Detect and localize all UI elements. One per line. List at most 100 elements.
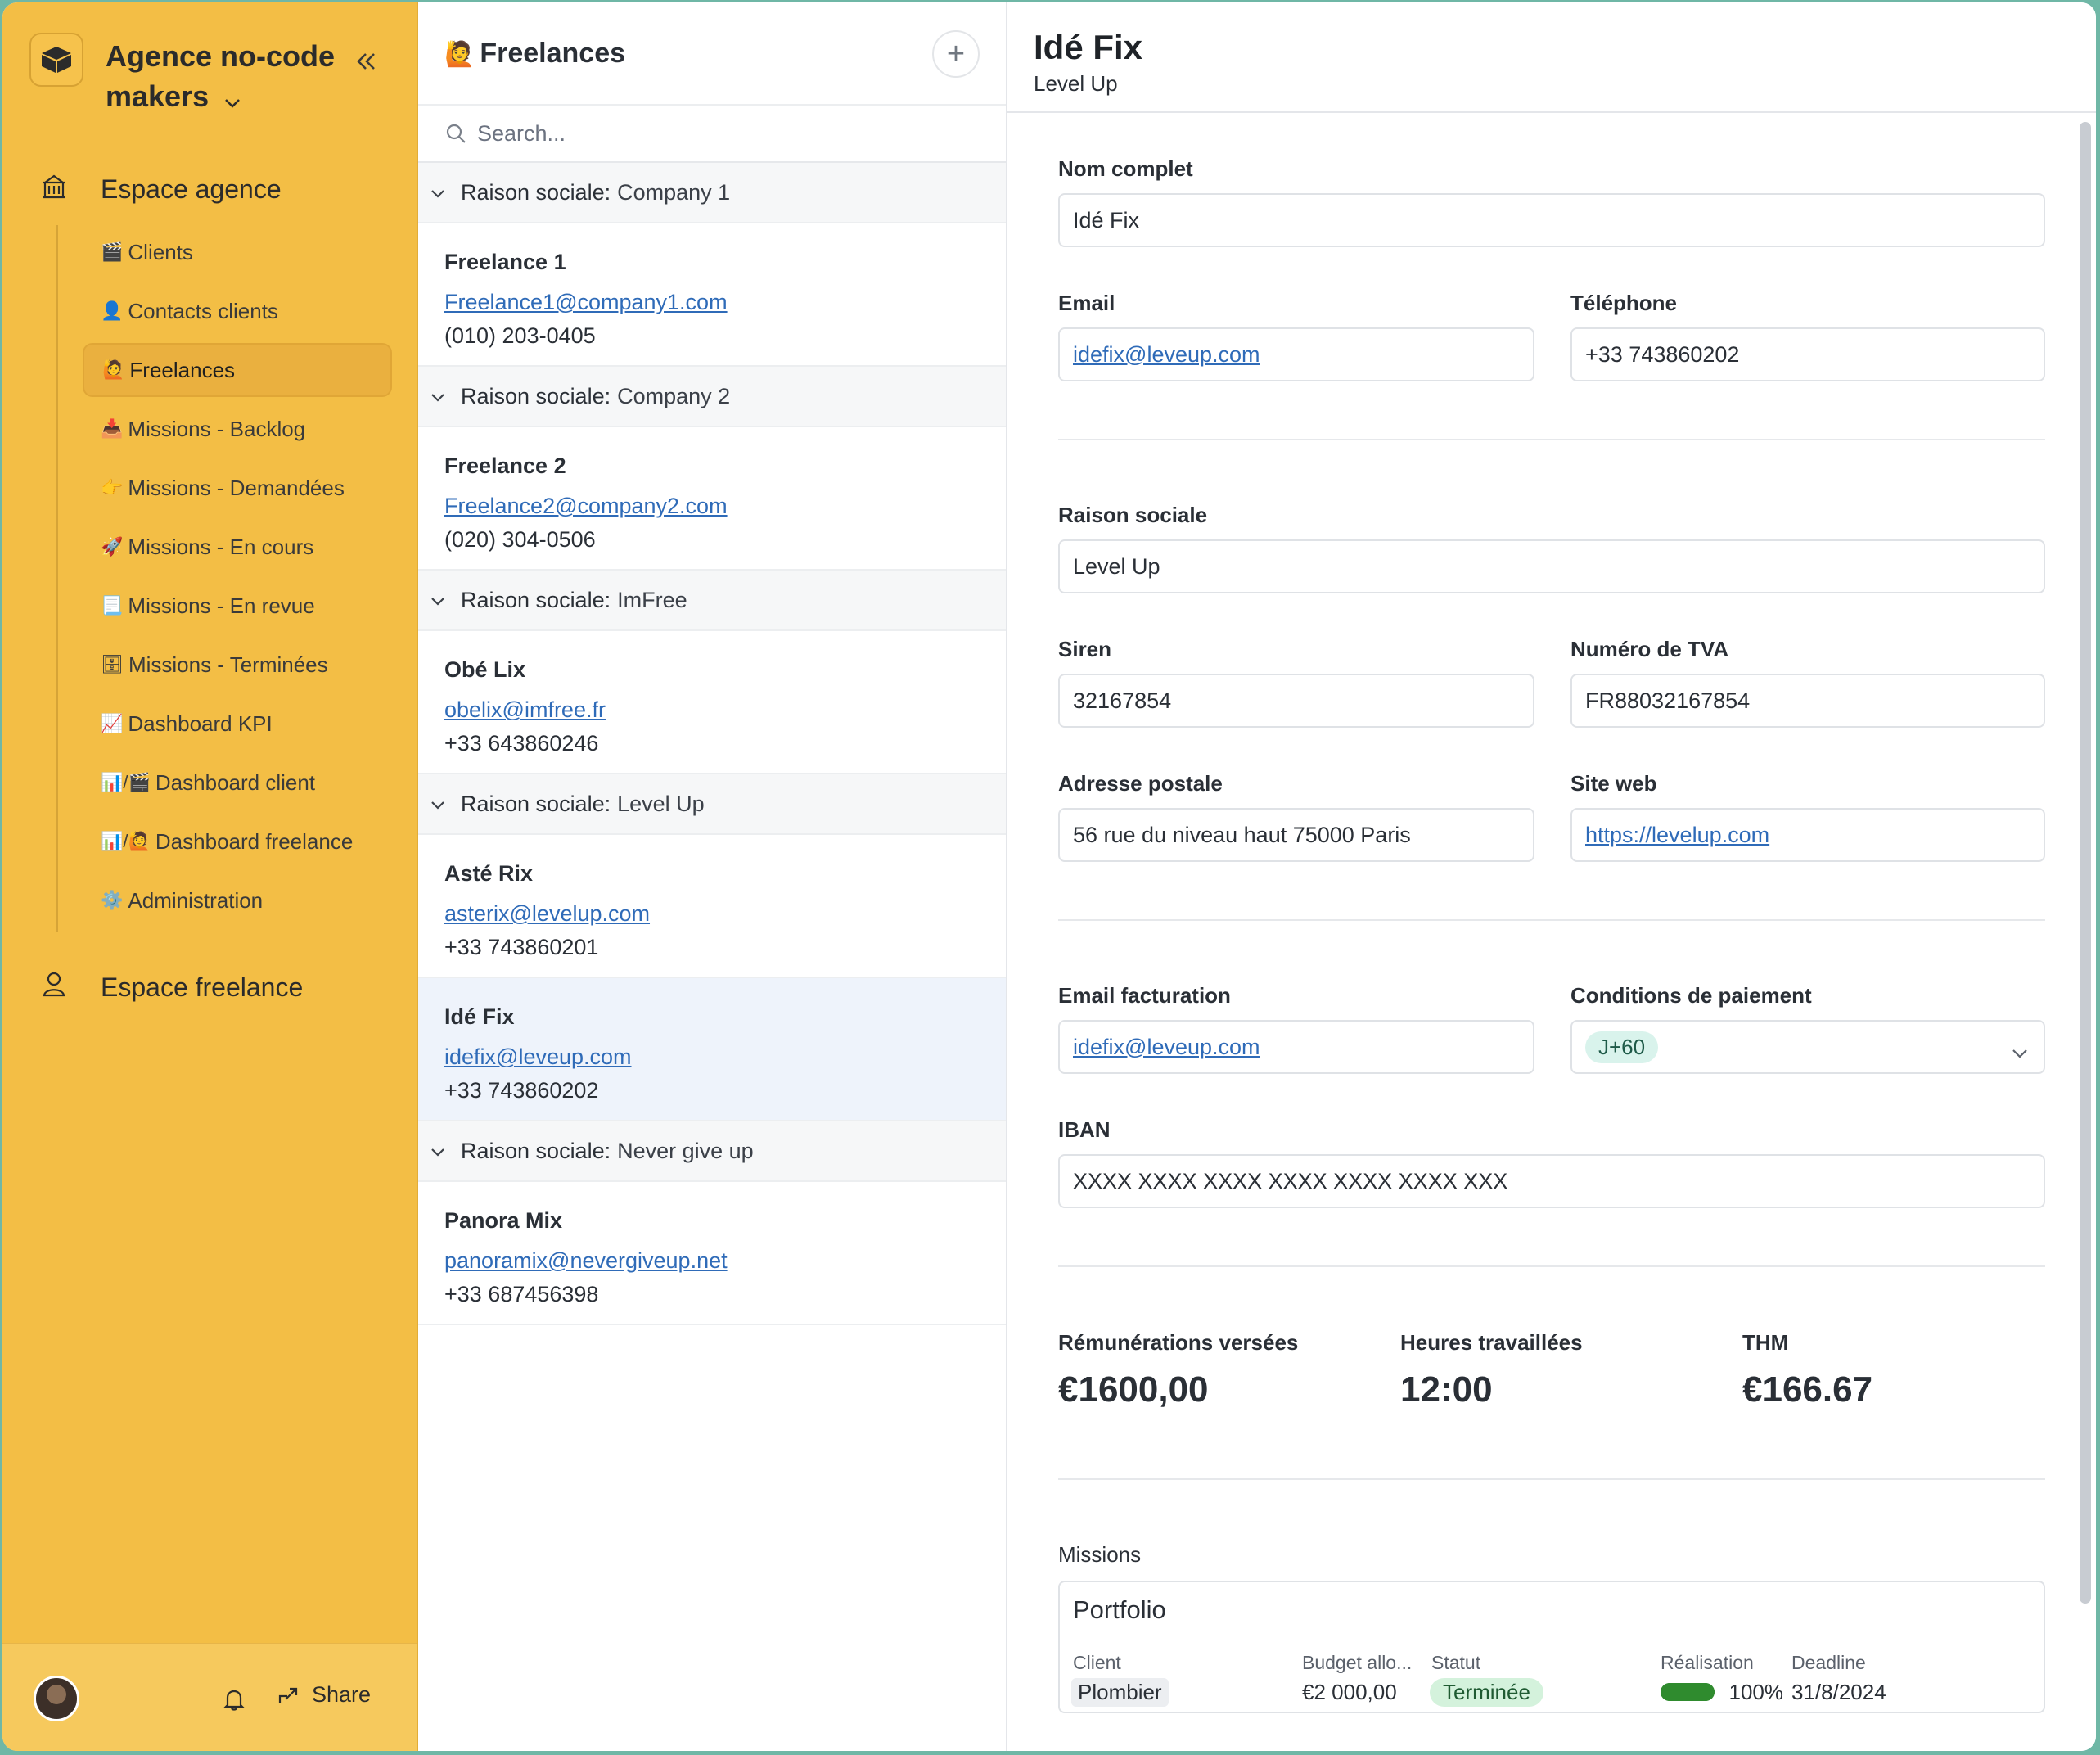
bell-icon[interactable] (220, 1685, 248, 1713)
group-header[interactable]: Raison sociale: Company 1 (418, 163, 1006, 223)
agency-nav: 🎬 Clients 👤 Contacts clients 🙋 Freelances 📥 Mis… (56, 225, 392, 932)
group-header[interactable]: Raison sociale: Level Up (418, 774, 1006, 835)
collapse-sidebar-icon[interactable] (351, 47, 381, 76)
sidebar-item-label: Administration (128, 887, 264, 913)
sidebar-item-administration[interactable]: ⚙️ Administration (83, 873, 392, 927)
group-header[interactable]: Raison sociale: Never give up (418, 1121, 1006, 1182)
sidebar-item-missions-termin-es[interactable]: 🗄 Missions - Terminées (83, 638, 392, 692)
chevron-down-icon (430, 180, 446, 205)
section-espace-freelance[interactable]: Espace freelance (40, 970, 303, 1004)
address-label: Adresse postale (1058, 771, 1223, 796)
sidebar-item-label: Missions - Demandées (128, 475, 345, 500)
website-label: Site web (1570, 771, 1657, 796)
group-key: Raison sociale: (461, 179, 611, 205)
sidebar-item-label: Freelances (129, 357, 236, 382)
share-button[interactable]: Share (277, 1682, 371, 1708)
freelance-phone: +33 743860202 (444, 1078, 599, 1103)
progress-fill (1661, 1683, 1715, 1701)
section-espace-agence[interactable]: Espace agence (40, 173, 282, 205)
group-value: Company 2 (617, 383, 731, 408)
plus-icon: + (946, 36, 966, 71)
freelance-email-link[interactable]: obelix@imfree.fr (444, 697, 980, 723)
group-value: Never give up (617, 1138, 754, 1163)
list-item[interactable]: Freelance 1 Freelance1@company1.com (010) … (418, 223, 1006, 367)
search-bar[interactable]: Search... (418, 104, 1006, 163)
freelance-email-link[interactable]: asterix@levelup.com (444, 901, 980, 927)
freelance-list-panel: 🙋 Freelances + Search... Raison sociale: C… (418, 2, 1007, 1751)
mission-budget: €2 000,00 (1302, 1679, 1397, 1704)
sidebar-item-missions-demand-es[interactable]: 👉 Missions - Demandées (83, 461, 392, 515)
website-field[interactable]: https://levelup.com (1570, 808, 2045, 862)
sidebar-item-dashboard-kpi[interactable]: 📈 Dashboard KPI (83, 697, 392, 751)
mission-progress-text: 100% (1728, 1679, 1784, 1704)
list-item[interactable]: Freelance 2 Freelance2@company2.com (020) … (418, 427, 1006, 571)
progress-bar (1661, 1683, 1715, 1701)
record-detail-panel: Idé Fix Level Up Nom complet Idé Fix Ema… (1007, 2, 2096, 1751)
sidebar-item-contacts-clients[interactable]: 👤 Contacts clients (83, 284, 392, 338)
emoji-icon: 🗄 (101, 654, 124, 674)
freelance-email-link[interactable]: Freelance1@company1.com (444, 290, 980, 315)
emoji-icon: 🙋 (102, 359, 125, 380)
list-item[interactable]: Asté Rix asterix@levelup.com +33 743860201 (418, 835, 1006, 978)
billing-email-field[interactable]: idefix@leveup.com (1058, 1020, 1534, 1074)
chevron-down-icon (223, 79, 241, 119)
mission-card[interactable]: Portfolio Client Budget allo... Statut R… (1058, 1581, 2045, 1713)
mission-deadline-header: Deadline (1791, 1652, 1866, 1673)
freelance-email-link[interactable]: idefix@leveup.com (444, 1044, 980, 1070)
sidebar-item-missions-en-cours[interactable]: 🚀 Missions - En cours (83, 520, 392, 574)
scrollbar[interactable] (2080, 122, 2091, 1604)
list-item[interactable]: Panora Mix panoramix@nevergiveup.net +33 6… (418, 1182, 1006, 1325)
mission-status-badge: Terminée (1430, 1677, 1543, 1707)
sidebar-item-missions-en-revue[interactable]: 📃 Missions - En revue (83, 579, 392, 633)
sidebar-item-clients[interactable]: 🎬 Clients (83, 225, 392, 279)
app-logo (29, 33, 83, 87)
full-name-field[interactable]: Idé Fix (1058, 193, 2045, 247)
record-title: Idé Fix (1034, 28, 1143, 66)
add-record-button[interactable]: + (932, 30, 980, 78)
payment-terms-select[interactable]: J+60 (1570, 1020, 2045, 1074)
mission-client-header: Client (1073, 1652, 1121, 1673)
list-item[interactable]: Idé Fix idefix@leveup.com +33 743860202 (418, 978, 1006, 1121)
workspace-switcher[interactable]: Agence no-code makers (29, 33, 343, 119)
freelance-name: Freelance 1 (444, 250, 566, 274)
mission-status-header: Statut (1431, 1652, 1481, 1673)
thm-label: THM (1742, 1330, 1789, 1355)
sidebar-item-missions-backlog[interactable]: 📥 Missions - Backlog (83, 402, 392, 456)
sidebar-item-dashboard-client[interactable]: 📊/🎬 Dashboard client (83, 756, 392, 810)
freelance-email-link[interactable]: Freelance2@company2.com (444, 494, 980, 519)
detail-header: Idé Fix Level Up (1007, 2, 2096, 113)
thm-value: €166.67 (1742, 1369, 1873, 1410)
chevron-down-icon (2011, 1040, 2029, 1065)
mission-client-chip: Plombier (1071, 1677, 1169, 1707)
phone-label: Téléphone (1570, 291, 1678, 315)
section-divider (1058, 919, 2045, 921)
list-item[interactable]: Obé Lix obelix@imfree.fr +33 643860246 (418, 631, 1006, 774)
list-header: 🙋 Freelances + (418, 2, 1006, 104)
mission-progress-header: Réalisation (1661, 1652, 1754, 1673)
company-field[interactable]: Level Up (1058, 539, 2045, 593)
group-key: Raison sociale: (461, 383, 611, 408)
mission-progress: 100% (1661, 1676, 1783, 1708)
freelance-name: Panora Mix (444, 1208, 563, 1233)
sidebar-item-freelances[interactable]: 🙋 Freelances (83, 343, 392, 397)
sidebar-item-label: Clients (128, 239, 193, 264)
section-divider (1058, 439, 2045, 440)
section-label: Espace agence (101, 174, 282, 204)
vat-field[interactable]: FR88032167854 (1570, 674, 2045, 728)
hours-label: Heures travaillées (1400, 1330, 1583, 1355)
iban-field[interactable]: XXXX XXXX XXXX XXXX XXXX XXXX XXX (1058, 1154, 2045, 1208)
workspace-name: Agence no-code makers (106, 36, 343, 119)
address-field[interactable]: 56 rue du niveau haut 75000 Paris (1058, 808, 1534, 862)
phone-field[interactable]: +33 743860202 (1570, 327, 2045, 381)
avatar[interactable] (34, 1676, 79, 1721)
email-field[interactable]: idefix@leveup.com (1058, 327, 1534, 381)
payment-terms-label: Conditions de paiement (1570, 983, 1812, 1008)
group-header[interactable]: Raison sociale: Company 2 (418, 367, 1006, 427)
sidebar-item-dashboard-freelance[interactable]: 📊/🙋 Dashboard freelance (83, 814, 392, 868)
siren-field[interactable]: 32167854 (1058, 674, 1534, 728)
group-value: Level Up (617, 791, 705, 816)
group-header[interactable]: Raison sociale: ImFree (418, 571, 1006, 631)
sidebar-item-label: Missions - Backlog (128, 416, 306, 441)
search-input[interactable]: Search... (477, 121, 566, 147)
freelance-email-link[interactable]: panoramix@nevergiveup.net (444, 1248, 980, 1274)
